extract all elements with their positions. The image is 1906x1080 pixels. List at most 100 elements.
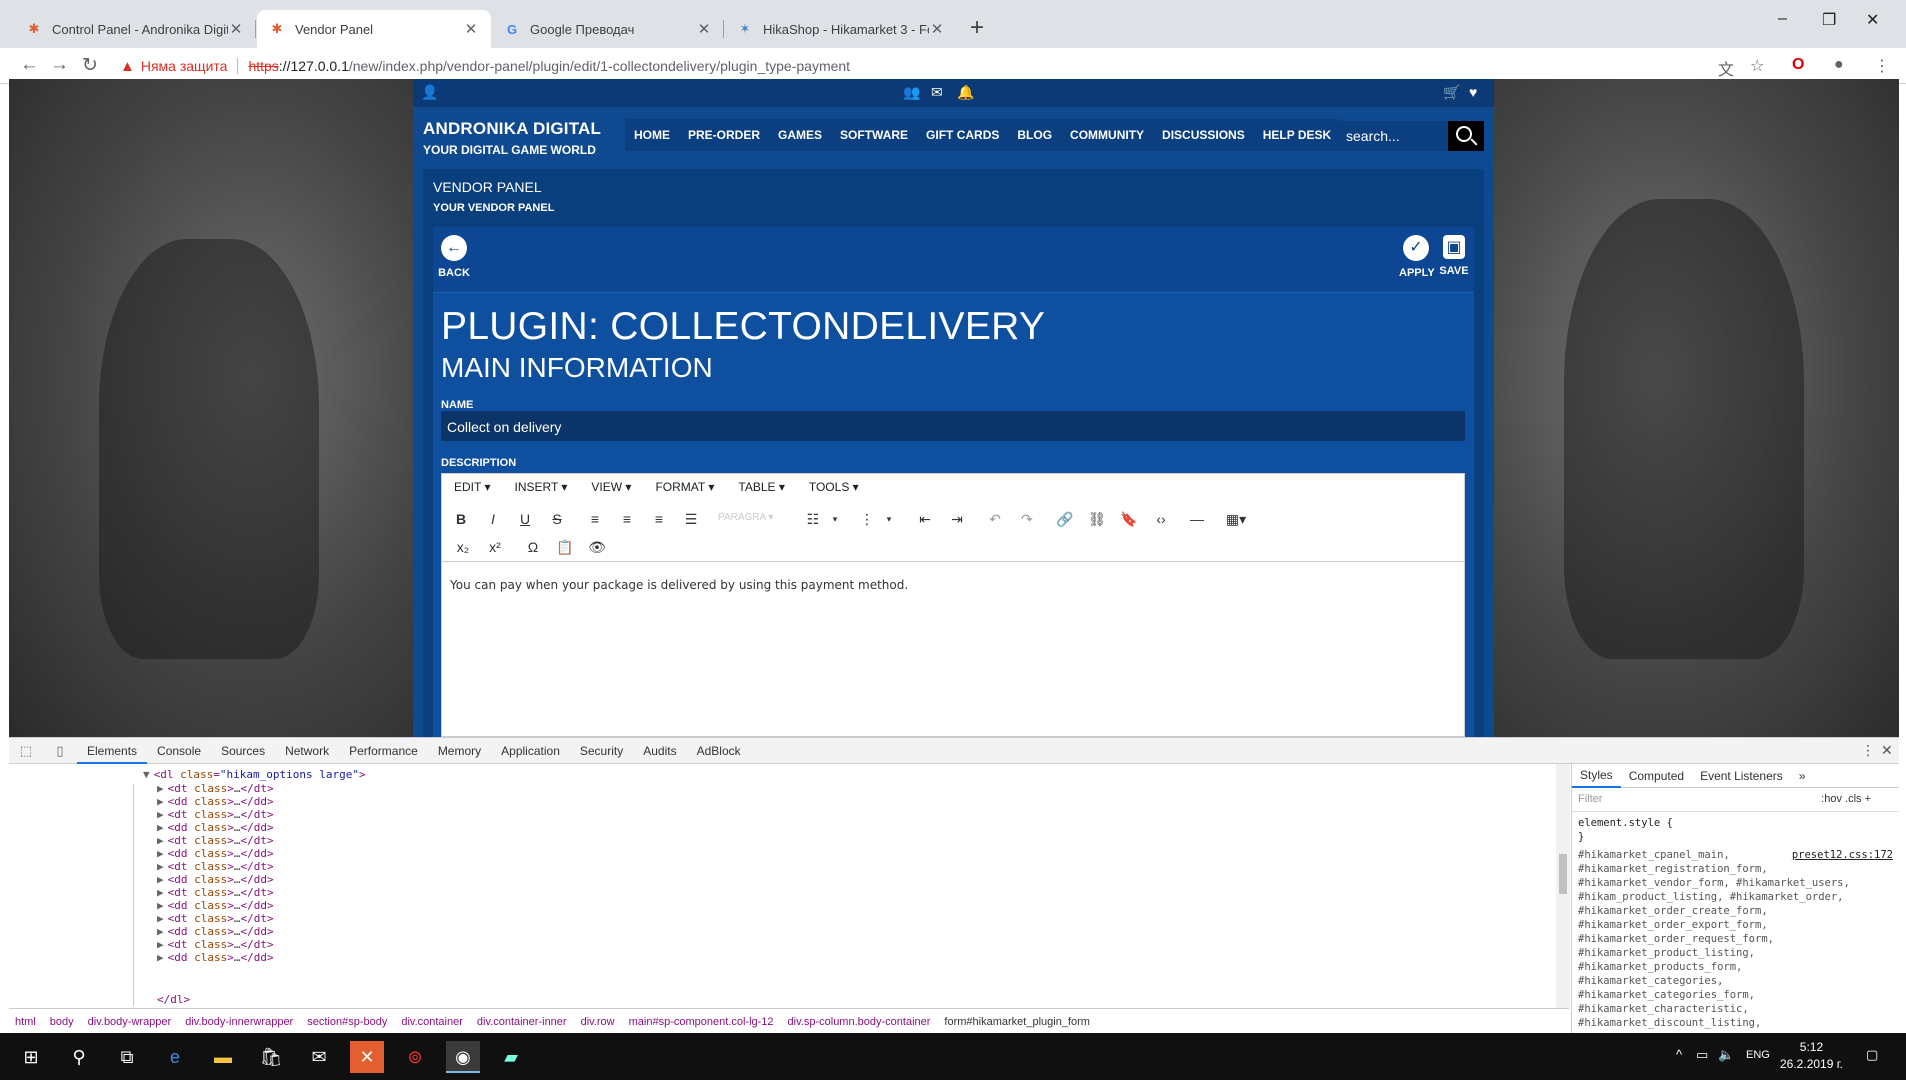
rule-selector[interactable]: #hikamarket_vendor_form, #hikamarket_use… (1578, 876, 1893, 890)
forward-arrow-icon[interactable]: → (50, 54, 69, 76)
expand-triangle-icon[interactable]: ▶ (157, 795, 164, 808)
subscript-icon[interactable]: x₂ (452, 536, 474, 558)
file-explorer-icon[interactable]: ▬ (206, 1041, 240, 1073)
reload-icon[interactable]: ↻ (82, 54, 98, 77)
minimize-button[interactable]: – (1778, 10, 1787, 28)
bell-icon[interactable]: 🔔 (957, 84, 974, 101)
paste-icon[interactable]: 📋 (554, 536, 576, 558)
close-tab-icon[interactable]: ✕ (463, 20, 479, 38)
rule-selector[interactable]: #hikamarket_characteristic, (1578, 1002, 1893, 1016)
devtools-tab-performance[interactable]: Performance (339, 738, 428, 764)
rule-selector[interactable]: #hikam_product_listing, #hikamarket_orde… (1578, 890, 1893, 904)
mail-icon[interactable]: ✉ (931, 84, 943, 101)
search-button[interactable] (1448, 121, 1484, 151)
nav-software[interactable]: SOFTWARE (831, 119, 917, 151)
scrollbar-thumb[interactable] (1559, 854, 1567, 894)
numbered-list-dropdown-icon[interactable]: ▾ (878, 508, 900, 530)
editor-menu-tools[interactable]: TOOLS ▾ (797, 474, 871, 500)
expand-triangle-icon[interactable]: ▶ (157, 951, 164, 964)
styles-tab-styles[interactable]: Styles (1572, 764, 1621, 788)
horizontal-rule-icon[interactable]: — (1186, 508, 1208, 530)
language-indicator[interactable]: ENG (1746, 1049, 1770, 1061)
breadcrumb-item[interactable]: section#sp-body (307, 1016, 387, 1028)
inspect-element-icon[interactable]: ⬚ (9, 743, 43, 759)
close-tab-icon[interactable]: ✕ (228, 20, 244, 38)
users-icon[interactable]: 👥 (903, 84, 920, 101)
unlink-icon[interactable]: ⛓ (1086, 508, 1108, 530)
nav-games[interactable]: GAMES (769, 119, 831, 151)
rule-selector[interactable]: #hikamarket_order_request_form, (1578, 932, 1893, 946)
dom-node-dt[interactable]: ▶ <dt class>…</dt> (157, 886, 274, 899)
superscript-icon[interactable]: x² (484, 536, 506, 558)
strikethrough-icon[interactable]: S (546, 508, 568, 530)
dom-node-dt[interactable]: ▶ <dt class>…</dt> (157, 808, 274, 821)
editor-menu-edit[interactable]: EDIT ▾ (442, 474, 502, 500)
nav-blog[interactable]: BLOG (1008, 119, 1061, 151)
editor-content[interactable]: You can pay when your package is deliver… (450, 578, 908, 592)
expand-triangle-icon[interactable]: ▶ (157, 782, 164, 795)
xampp-icon[interactable]: ✕ (350, 1041, 384, 1073)
devtools-tab-elements[interactable]: Elements (77, 738, 148, 764)
close-window-button[interactable]: ✕ (1866, 10, 1879, 30)
maximize-button[interactable]: ❐ (1822, 10, 1836, 30)
dom-node-dd[interactable]: ▶ <dd class>…</dd> (157, 847, 274, 860)
preview-eye-icon[interactable]: 👁 (586, 536, 608, 558)
store-icon[interactable]: 🛍 (254, 1041, 288, 1073)
styles-filter-input[interactable]: Filter :hov .cls + (1572, 788, 1899, 812)
breadcrumb-item-current[interactable]: form#hikamarket_plugin_form (944, 1016, 1090, 1028)
numbered-list-icon[interactable]: ⋮ (856, 508, 878, 530)
close-tab-icon[interactable]: ✕ (929, 20, 945, 38)
devtools-tab-sources[interactable]: Sources (211, 738, 275, 764)
expand-triangle-icon[interactable]: ▶ (157, 808, 164, 821)
element-style-rule[interactable]: element.style { (1578, 816, 1893, 830)
nav-discussions[interactable]: DISCUSSIONS (1153, 119, 1254, 151)
bold-icon[interactable]: B (450, 508, 472, 530)
tab-control-panel[interactable]: ✱ Control Panel - Andronika Digital ✕ (14, 10, 256, 48)
align-center-icon[interactable]: ≡ (616, 508, 638, 530)
rule-selector[interactable]: #hikamarket_registration_form, (1578, 862, 1893, 876)
tab-google-translate[interactable]: G Google Преводач ✕ (492, 10, 724, 48)
search-icon[interactable]: ⚲ (62, 1041, 96, 1073)
breadcrumb-item[interactable]: html (15, 1016, 36, 1028)
dom-node-dd[interactable]: ▶ <dd class>…</dd> (157, 821, 274, 834)
align-left-icon[interactable]: ≡ (584, 508, 606, 530)
breadcrumb-item[interactable]: div.body-innerwrapper (185, 1016, 293, 1028)
dom-node-dd[interactable]: ▶ <dd class>…</dd> (157, 951, 274, 964)
dom-node-dt[interactable]: ▶ <dt class>…</dt> (157, 860, 274, 873)
heart-icon[interactable]: ♥ (1469, 84, 1477, 100)
editor-menu-view[interactable]: VIEW ▾ (579, 474, 643, 500)
save-button[interactable]: ▣ SAVE (1439, 235, 1469, 277)
menu-kebab-icon[interactable]: ⋮ (1874, 56, 1890, 76)
rule-selector[interactable]: #hikamarket_order_create_form, (1578, 904, 1893, 918)
warning-icon[interactable]: ▲ (120, 58, 135, 75)
nav-community[interactable]: COMMUNITY (1061, 119, 1153, 151)
collapse-triangle-icon[interactable]: ▼ (143, 768, 150, 781)
dom-node-dd[interactable]: ▶ <dd class>…</dd> (157, 873, 274, 886)
devtools-tab-adblock[interactable]: AdBlock (687, 738, 751, 764)
dom-node-dl[interactable]: ▼ <dl class="hikam_options large"> (143, 768, 366, 781)
apply-button[interactable]: ✓ APPLY (1399, 235, 1435, 279)
back-arrow-icon[interactable]: ← (20, 54, 39, 76)
dom-node-dt[interactable]: ▶ <dt class>…</dt> (157, 938, 274, 951)
table-icon[interactable]: ▦▾ (1220, 508, 1252, 530)
link-icon[interactable]: 🔗 (1054, 508, 1076, 530)
security-status[interactable]: Няма защита (141, 58, 228, 74)
expand-triangle-icon[interactable]: ▶ (157, 938, 164, 951)
editor-menu-insert[interactable]: INSERT ▾ (502, 474, 579, 500)
breadcrumb-item[interactable]: main#sp-component.col-lg-12 (629, 1016, 774, 1028)
devtools-tab-network[interactable]: Network (275, 738, 339, 764)
opera-app-icon[interactable]: ⊚ (398, 1041, 432, 1073)
expand-triangle-icon[interactable]: ▶ (157, 912, 164, 925)
special-character-icon[interactable]: Ω (522, 536, 544, 558)
breadcrumb-item[interactable]: div.body-wrapper (88, 1016, 172, 1028)
nav-help-desk[interactable]: HELP DESK (1254, 119, 1340, 151)
device-toolbar-icon[interactable]: ▯ (43, 743, 77, 759)
expand-triangle-icon[interactable]: ▶ (157, 847, 164, 860)
devtools-close-icon[interactable]: ✕ (1881, 742, 1893, 759)
devtools-menu-kebab-icon[interactable]: ⋮ (1861, 742, 1875, 759)
styles-tab-event-listeners[interactable]: Event Listeners (1692, 769, 1791, 783)
profile-avatar[interactable]: ● (1834, 56, 1844, 74)
italic-icon[interactable]: I (482, 508, 504, 530)
code-icon[interactable]: ‹› (1150, 508, 1172, 530)
edge-browser-icon[interactable]: e (158, 1041, 192, 1073)
